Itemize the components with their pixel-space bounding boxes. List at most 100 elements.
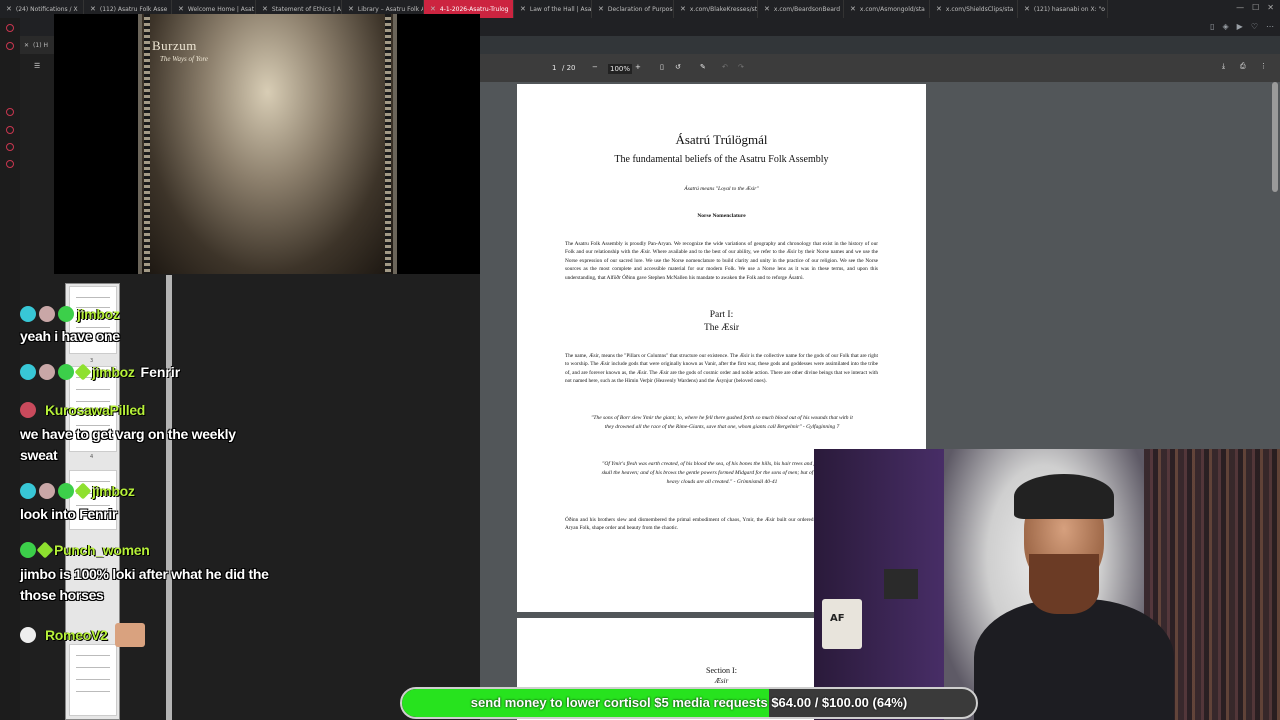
chat-message-header: Punch_women bbox=[20, 540, 150, 560]
pdf-thumbnail-strip: 3 4 bbox=[65, 283, 120, 720]
chat-message-header: jimboz bbox=[20, 304, 120, 324]
mug: AF bbox=[822, 599, 862, 649]
chat-message-text: look into Fenrir bbox=[20, 506, 118, 522]
menu-icon[interactable]: ⋯ bbox=[1266, 22, 1274, 31]
avatar-badge-icon bbox=[20, 402, 36, 418]
browser-tab[interactable]: ✕ x.com/Asmongold/sta bbox=[844, 0, 930, 18]
album-art-video: Burzum The Ways of Yore bbox=[54, 14, 480, 274]
tab-close-icon[interactable]: ✕ bbox=[90, 5, 96, 13]
side-tab-label: (1) H bbox=[33, 41, 48, 49]
chat-message-text: jimbo is 100% loki after what he did the… bbox=[20, 566, 269, 603]
thumbnail-page[interactable] bbox=[69, 644, 117, 716]
sidebar-settings-icon[interactable] bbox=[6, 108, 14, 116]
pdf-scrollbar[interactable] bbox=[1272, 82, 1278, 192]
pdf-toolbar: ☰ 1 / 20 − 100% + ▯ ↺ ✎ ↶ ↷ ⤓ ⎙ ⋮ bbox=[34, 54, 1280, 82]
streamer-beard bbox=[1029, 554, 1099, 614]
close-icon[interactable]: ✕ bbox=[1267, 3, 1274, 12]
avatar-badge-icon bbox=[39, 364, 55, 380]
streamer-body bbox=[974, 599, 1174, 720]
goal-label: send money to lower cortisol $5 media re… bbox=[470, 695, 908, 710]
emote-icon bbox=[115, 623, 146, 647]
download-icon[interactable]: ⤓ bbox=[1222, 62, 1225, 71]
doc-title: Ásatrú Trúlögmál bbox=[675, 132, 768, 147]
album-band: Burzum bbox=[152, 38, 197, 53]
browser-tab[interactable]: ✕ (121) hasanabi on X: "o bbox=[1018, 0, 1108, 18]
chat-message-text: Fenrir bbox=[140, 364, 181, 380]
tab-close-icon[interactable]: ✕ bbox=[850, 5, 856, 13]
browser-tab[interactable]: ✕ x.com/BeardsonBeard bbox=[758, 0, 844, 18]
tab-close-icon[interactable]: ✕ bbox=[680, 5, 686, 13]
browser-tab-label: Library – Asatru Folk A bbox=[357, 5, 424, 13]
tab-close-icon[interactable]: ✕ bbox=[178, 5, 184, 13]
browser-tab-label: 4-1-2026-Asatru-Trulog bbox=[439, 5, 509, 13]
microphone bbox=[884, 569, 918, 599]
redo-icon[interactable]: ↷ bbox=[738, 63, 744, 71]
tab-close-icon[interactable]: ✕ bbox=[936, 5, 942, 13]
tab-close-icon[interactable]: ✕ bbox=[764, 5, 770, 13]
side-tab[interactable]: ✕ (1) H bbox=[20, 36, 54, 54]
fit-page-icon[interactable]: ▯ bbox=[660, 63, 664, 71]
tab-close-icon[interactable]: ✕ bbox=[430, 5, 436, 13]
chat-username[interactable]: Punch_women bbox=[54, 542, 150, 558]
browser-tab-label: x.com/ShieldsClips/sta bbox=[945, 5, 1014, 13]
rotate-icon[interactable]: ↺ bbox=[675, 63, 681, 71]
print-icon[interactable]: ⎙ bbox=[1240, 62, 1246, 71]
stream-screen: ✕ (24) Notifications / X ✕ (112) Asatru Fol… bbox=[0, 0, 1280, 720]
zoom-level[interactable]: 100% bbox=[608, 64, 633, 74]
sidebar-chat-icon[interactable] bbox=[6, 143, 14, 151]
minimize-icon[interactable]: — bbox=[1236, 3, 1244, 12]
chat-message-header: RomeoV2 bbox=[20, 623, 148, 647]
browser-tab-label: Law of the Hall | Asat bbox=[529, 5, 592, 13]
more-options-icon[interactable]: ⋮ bbox=[1260, 62, 1267, 70]
sidebar-toggle-icon[interactable]: ☰ bbox=[34, 62, 40, 70]
shield-icon[interactable]: ◈ bbox=[1223, 22, 1229, 31]
diamond-badge-icon bbox=[20, 483, 36, 499]
close-icon[interactable]: ✕ bbox=[24, 42, 29, 49]
browser-tab[interactable]: ✕ Law of the Hall | Asat bbox=[514, 0, 592, 18]
sidebar-refresh-icon[interactable] bbox=[6, 24, 14, 32]
sidebar-history-icon[interactable] bbox=[6, 126, 14, 134]
tab-close-icon[interactable]: ✕ bbox=[1024, 5, 1030, 13]
chat-username[interactable]: jimboz bbox=[92, 483, 135, 499]
chat-message-text: we have to get varg on the weekly sweat bbox=[20, 426, 236, 463]
verified-badge-icon bbox=[58, 483, 74, 499]
bookmark-icon[interactable]: ▯ bbox=[1210, 22, 1214, 31]
sidebar-clock-icon[interactable] bbox=[6, 160, 14, 168]
chat-username[interactable]: jimboz bbox=[92, 364, 135, 380]
quote-grimnismal: "Of Ymir's flesh was earth created, of h… bbox=[601, 461, 843, 486]
part-heading: Part I: bbox=[709, 310, 734, 320]
verified-badge-icon bbox=[58, 306, 74, 322]
streamer-beanie bbox=[1014, 474, 1114, 519]
play-icon[interactable]: ▶ bbox=[1237, 22, 1243, 31]
undo-icon[interactable]: ↶ bbox=[722, 63, 728, 71]
sidebar-app-icon[interactable] bbox=[6, 42, 14, 50]
donation-goal-bar: send money to lower cortisol $5 media re… bbox=[400, 687, 978, 719]
tab-close-icon[interactable]: ✕ bbox=[598, 5, 604, 13]
page-total: / 20 bbox=[562, 64, 576, 72]
extension-icons: ▯ ◈ ▶ ♡ ⋯ bbox=[1210, 22, 1274, 31]
browser-tab[interactable]: ✕ x.com/BlakeKresses/st bbox=[674, 0, 758, 18]
browser-tab-label: x.com/BeardsonBeard bbox=[773, 5, 841, 13]
verified-badge-icon bbox=[58, 364, 74, 380]
diamond-badge-icon bbox=[20, 364, 36, 380]
tab-close-icon[interactable]: ✕ bbox=[520, 5, 526, 13]
tab-close-icon[interactable]: ✕ bbox=[262, 5, 268, 13]
browser-tab[interactable]: ✕ x.com/ShieldsClips/sta bbox=[930, 0, 1018, 18]
part-name: The Æsir bbox=[703, 323, 740, 333]
tab-close-icon[interactable]: ✕ bbox=[348, 5, 354, 13]
zoom-out-button[interactable]: − bbox=[592, 63, 598, 71]
tab-close-icon[interactable]: ✕ bbox=[6, 5, 12, 13]
chat-username[interactable]: jimboz bbox=[77, 306, 120, 322]
browser-tab-label: Declaration of Purpose bbox=[607, 5, 674, 13]
heart-icon[interactable]: ♡ bbox=[1251, 22, 1258, 31]
browser-tab[interactable]: ✕ Declaration of Purpose bbox=[592, 0, 674, 18]
avatar-badge-icon bbox=[39, 306, 55, 322]
chat-username[interactable]: RomeoV2 bbox=[45, 627, 108, 643]
chat-username[interactable]: KurosawaPilled bbox=[45, 402, 145, 418]
zoom-in-button[interactable]: + bbox=[635, 63, 641, 71]
greek-border-left bbox=[144, 14, 150, 274]
chat-message-header: jimboz bbox=[20, 481, 135, 501]
maximize-icon[interactable]: ☐ bbox=[1252, 3, 1259, 12]
page-number-input[interactable]: 1 bbox=[552, 64, 556, 72]
annotate-icon[interactable]: ✎ bbox=[700, 63, 706, 71]
